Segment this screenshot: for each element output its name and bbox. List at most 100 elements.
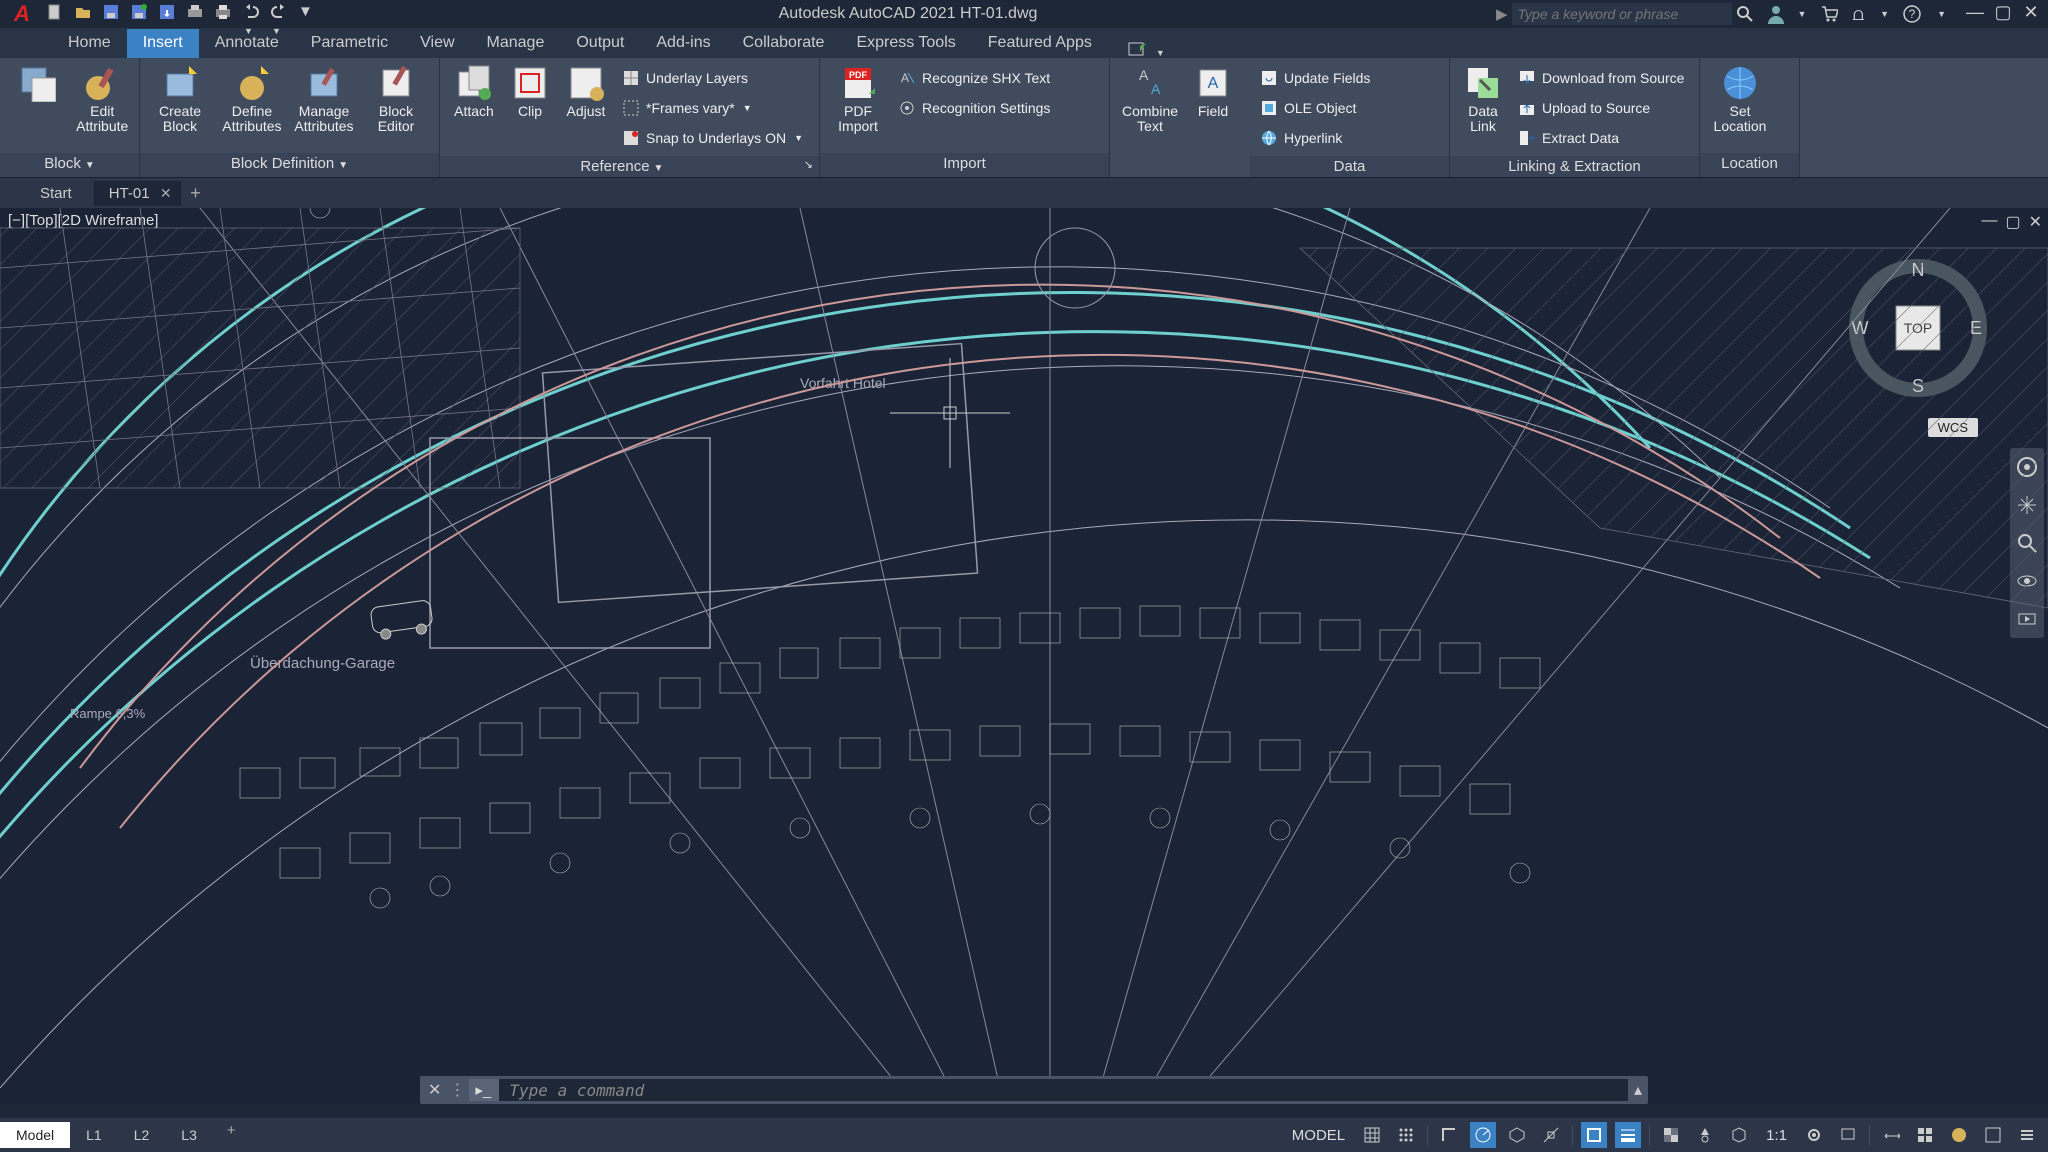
autodesk-app-icon[interactable]: ⩍ (1852, 4, 1864, 25)
dropdown-icon[interactable]: ▼ (1156, 48, 1165, 58)
layout-add-icon[interactable]: + (213, 1122, 250, 1148)
ribbon-tab-parametric[interactable]: Parametric (295, 29, 404, 58)
redo-icon[interactable]: ▼ (270, 3, 292, 25)
panel-block-title[interactable]: Block▼ (0, 153, 139, 177)
attach-button[interactable]: Attach (446, 62, 502, 119)
annotation-monitor-icon[interactable] (1835, 1122, 1861, 1148)
maximize-icon[interactable]: ▢ (1994, 5, 2012, 23)
undo-icon[interactable]: ▼ (242, 3, 264, 25)
cmdline-expand-icon[interactable]: ▴ (1628, 1080, 1648, 1100)
adjust-button[interactable]: Adjust (558, 62, 614, 119)
insert-block-button[interactable] (6, 62, 68, 116)
cmdline-history-icon[interactable]: ▸_ (469, 1079, 499, 1101)
ribbon-tab-collaborate[interactable]: Collaborate (727, 29, 841, 58)
field-button[interactable]: A Field (1188, 62, 1238, 119)
customize-icon[interactable] (2014, 1122, 2040, 1148)
snap-underlays-button[interactable]: Snap to Underlays ON▼ (618, 124, 807, 152)
ribbon-tab-output[interactable]: Output (560, 29, 640, 58)
cart-icon[interactable] (1820, 5, 1838, 23)
search-icon[interactable] (1736, 5, 1754, 23)
update-fields-button[interactable]: Update Fields (1256, 64, 1374, 92)
combine-text-button[interactable]: AA CombineText (1116, 62, 1184, 134)
layout-tab-l2[interactable]: L2 (118, 1122, 166, 1148)
clean-screen-icon[interactable] (1980, 1122, 2006, 1148)
download-source-button[interactable]: Download from Source (1514, 64, 1688, 92)
open-icon[interactable] (74, 3, 96, 25)
new-icon[interactable] (46, 3, 68, 25)
command-input[interactable]: Type a command (499, 1079, 1628, 1101)
ortho-icon[interactable] (1436, 1122, 1462, 1148)
transparency-icon[interactable] (1658, 1122, 1684, 1148)
add-tab-icon[interactable]: + (181, 183, 211, 204)
user-icon[interactable] (1766, 4, 1786, 24)
ribbon-tab-express[interactable]: Express Tools (840, 29, 971, 58)
gear-icon[interactable] (1801, 1122, 1827, 1148)
ribbon-tab-featured[interactable]: Featured Apps (972, 29, 1108, 58)
ribbon-tab-insert[interactable]: Insert (127, 29, 199, 58)
underlay-layers-button[interactable]: Underlay Layers (618, 64, 807, 92)
quick-properties-icon[interactable] (1912, 1122, 1938, 1148)
dropdown-icon[interactable]: ▼ (1798, 9, 1807, 19)
cmdline-handle-icon[interactable]: ⋮⋮ (449, 1080, 469, 1100)
saveas-icon[interactable] (130, 3, 152, 25)
close-icon[interactable]: ✕ (2022, 5, 2040, 23)
hyperlink-button[interactable]: Hyperlink (1256, 124, 1374, 152)
layout-tab-l3[interactable]: L3 (165, 1122, 213, 1148)
isodraft-icon[interactable] (1504, 1122, 1530, 1148)
3d-osnap-icon[interactable] (1726, 1122, 1752, 1148)
units-icon[interactable]: ⟷ (1878, 1122, 1904, 1148)
define-attributes-button[interactable]: DefineAttributes (218, 62, 286, 134)
save-icon[interactable] (102, 3, 124, 25)
cmdline-close-icon[interactable]: ✕ (420, 1080, 449, 1100)
create-block-button[interactable]: CreateBlock (146, 62, 214, 134)
dropdown-icon[interactable]: ▼ (1880, 9, 1889, 19)
manage-attributes-button[interactable]: ManageAttributes (290, 62, 358, 134)
file-tab-ht01[interactable]: HT-01✕ (95, 181, 181, 206)
drawing-canvas[interactable]: Überdachung-Garage Rampe 6,3% Vorfahrt H… (0, 208, 2048, 1088)
ribbon-tab-annotate[interactable]: Annotate (199, 29, 295, 58)
dialog-launcher-icon[interactable]: ↘ (804, 158, 813, 171)
search-input[interactable] (1512, 3, 1732, 25)
edit-attribute-button[interactable]: EditAttribute (72, 62, 134, 134)
close-tab-icon[interactable]: ✕ (160, 185, 172, 202)
recognition-settings-button[interactable]: Recognition Settings (894, 94, 1054, 122)
set-location-button[interactable]: SetLocation (1706, 62, 1774, 134)
drawing-viewport[interactable]: [−][Top][2D Wireframe] — ▢ ✕ TOP N S E W… (0, 208, 2048, 1104)
selection-cycling-icon[interactable] (1692, 1122, 1718, 1148)
help-icon[interactable]: ? (1903, 5, 1921, 23)
snap-icon[interactable] (1393, 1122, 1419, 1148)
panel-blockdef-title[interactable]: Block Definition▼ (140, 153, 439, 177)
plot-icon[interactable] (186, 3, 208, 25)
data-link-button[interactable]: DataLink (1456, 62, 1510, 134)
frames-vary-button[interactable]: *Frames vary*▼ (618, 94, 807, 122)
upload-source-button[interactable]: Upload to Source (1514, 94, 1688, 122)
extract-data-button[interactable]: Extract Data (1514, 124, 1688, 152)
layout-tab-model[interactable]: Model (0, 1122, 70, 1148)
clip-button[interactable]: Clip (506, 62, 554, 119)
lineweight-icon[interactable] (1615, 1122, 1641, 1148)
layout-tab-l1[interactable]: L1 (70, 1122, 118, 1148)
share-icon[interactable] (1128, 40, 1150, 58)
minimize-icon[interactable]: — (1966, 5, 1984, 23)
recognize-shx-button[interactable]: ARecognize SHX Text (894, 64, 1054, 92)
ole-object-button[interactable]: OLE Object (1256, 94, 1374, 122)
grid-icon[interactable] (1359, 1122, 1385, 1148)
workspace-icon[interactable] (1946, 1122, 1972, 1148)
print-icon[interactable] (214, 3, 236, 25)
block-editor-button[interactable]: BlockEditor (362, 62, 430, 134)
pdf-import-button[interactable]: PDF PDFImport (826, 62, 890, 134)
otrack-icon[interactable] (1538, 1122, 1564, 1148)
save-web-icon[interactable] (158, 3, 180, 25)
ribbon-tab-home[interactable]: Home (52, 29, 127, 58)
panel-reference-title[interactable]: Reference▼↘ (440, 156, 819, 177)
ribbon-tab-addins[interactable]: Add-ins (640, 29, 726, 58)
app-logo[interactable]: A (8, 2, 36, 26)
qat-dropdown-icon[interactable]: ▼ (298, 3, 320, 25)
polar-icon[interactable] (1470, 1122, 1496, 1148)
file-tab-start[interactable]: Start (18, 181, 95, 206)
ribbon-tab-manage[interactable]: Manage (471, 29, 561, 58)
osnap-icon[interactable] (1581, 1122, 1607, 1148)
ribbon-tab-view[interactable]: View (404, 29, 470, 58)
status-model-label[interactable]: MODEL (1286, 1127, 1351, 1144)
search-play-icon[interactable]: ▶ (1496, 5, 1508, 23)
